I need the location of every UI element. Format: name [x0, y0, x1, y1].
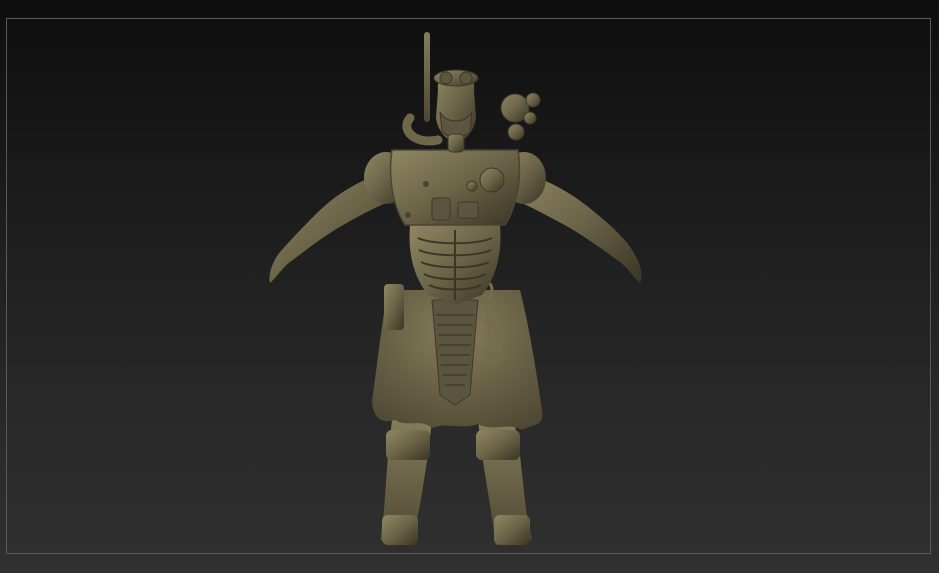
belt-pouch	[384, 284, 404, 330]
right-leg	[476, 420, 532, 545]
chest-plate	[389, 149, 521, 226]
antenna	[424, 32, 430, 122]
breathing-hose	[402, 113, 443, 146]
3d-viewport[interactable]	[0, 0, 939, 573]
sculpted-character-model[interactable]	[0, 0, 939, 573]
shoulder-canister	[500, 92, 541, 141]
left-leg	[380, 420, 432, 545]
